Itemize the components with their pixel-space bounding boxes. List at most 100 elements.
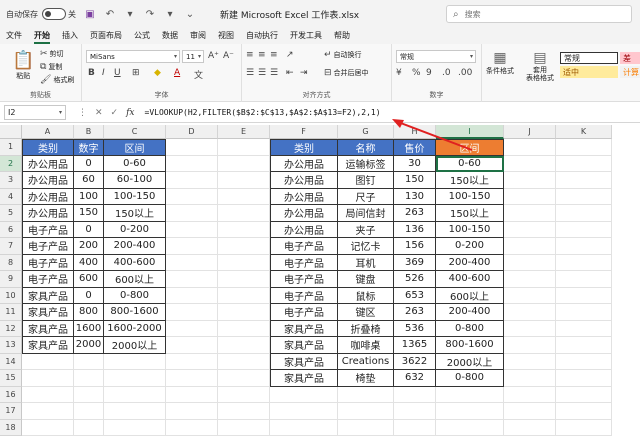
- select-all-corner[interactable]: [0, 125, 22, 139]
- left-table-cell[interactable]: 400-600: [104, 254, 166, 271]
- align-left-button[interactable]: ☰: [246, 68, 256, 78]
- dropdown-icon[interactable]: ▾: [163, 7, 177, 21]
- row-header-1[interactable]: 1: [0, 139, 22, 156]
- right-table-cell[interactable]: 家具产品: [270, 337, 338, 354]
- right-table-cell[interactable]: 运输标签: [338, 155, 394, 172]
- left-table-cell[interactable]: 2000: [74, 337, 104, 354]
- right-table-cell[interactable]: 尺子: [338, 188, 394, 205]
- row-header-18[interactable]: 18: [0, 419, 22, 436]
- right-table-cell[interactable]: 526: [394, 271, 436, 288]
- left-table-cell[interactable]: 家具产品: [22, 337, 74, 354]
- right-table-cell[interactable]: 0-200: [436, 238, 504, 255]
- row-header-17[interactable]: 17: [0, 403, 22, 420]
- align-middle-button[interactable]: ≡: [258, 50, 268, 60]
- save-icon[interactable]: ▣: [83, 7, 97, 21]
- right-table-cell[interactable]: 0-800: [436, 370, 504, 387]
- right-table-cell[interactable]: 电子产品: [270, 304, 338, 321]
- left-table-cell[interactable]: 办公用品: [22, 172, 74, 189]
- increase-decimal-button[interactable]: .0: [442, 68, 453, 78]
- right-table-cell[interactable]: 369: [394, 254, 436, 271]
- column-header-e[interactable]: E: [218, 125, 270, 139]
- right-table-cell[interactable]: 653: [394, 287, 436, 304]
- style-calculation[interactable]: 计算: [620, 66, 640, 78]
- grow-font-button[interactable]: A⁺: [208, 51, 221, 61]
- right-table-cell[interactable]: 263: [394, 304, 436, 321]
- right-table-cell[interactable]: 30: [394, 155, 436, 172]
- align-top-button[interactable]: ≡: [246, 50, 256, 60]
- currency-button[interactable]: ¥: [396, 68, 404, 78]
- cut-button[interactable]: ✂ 剪切: [40, 49, 64, 59]
- right-table-cell[interactable]: 家具产品: [270, 320, 338, 337]
- column-header-f[interactable]: F: [270, 125, 338, 139]
- increase-indent-button[interactable]: ⇥: [300, 68, 310, 78]
- right-table-cell[interactable]: 400-600: [436, 271, 504, 288]
- right-table-cell[interactable]: 键盘: [338, 271, 394, 288]
- left-table-cell[interactable]: 0: [74, 287, 104, 304]
- right-table-cell[interactable]: 电子产品: [270, 271, 338, 288]
- right-table-header[interactable]: 类别: [270, 139, 338, 156]
- left-table-cell[interactable]: 电子产品: [22, 238, 74, 255]
- right-table-cell[interactable]: Creations: [338, 353, 394, 370]
- right-table-cell[interactable]: 家具产品: [270, 353, 338, 370]
- left-table-cell[interactable]: 1600: [74, 320, 104, 337]
- row-header-16[interactable]: 16: [0, 386, 22, 403]
- column-header-j[interactable]: J: [504, 125, 556, 139]
- left-table-cell[interactable]: 办公用品: [22, 205, 74, 222]
- right-table-cell[interactable]: 2000以上: [436, 353, 504, 370]
- row-header-2[interactable]: 2: [0, 155, 22, 172]
- right-table-cell[interactable]: 办公用品: [270, 205, 338, 222]
- formula-input[interactable]: =VLOOKUP(H2,FILTER($B$2:$C$13,$A$2:$A$13…: [145, 108, 381, 117]
- right-table-cell[interactable]: 咖啡桌: [338, 337, 394, 354]
- column-header-g[interactable]: G: [338, 125, 394, 139]
- left-table-cell[interactable]: 600: [74, 271, 104, 288]
- phonetic-button[interactable]: 文: [194, 68, 205, 81]
- right-table-header[interactable]: 区间: [436, 139, 504, 156]
- right-table-cell[interactable]: 记忆卡: [338, 238, 394, 255]
- right-table-cell[interactable]: 100-150: [436, 188, 504, 205]
- tab-insert[interactable]: 插入: [56, 28, 84, 44]
- right-table-cell[interactable]: 100-150: [436, 221, 504, 238]
- name-box[interactable]: I2 ▾: [4, 105, 66, 120]
- comma-button[interactable]: 9: [426, 68, 434, 78]
- left-table-cell[interactable]: 0-200: [104, 221, 166, 238]
- row-header-7[interactable]: 7: [0, 238, 22, 255]
- left-table-header[interactable]: 区间: [104, 139, 166, 156]
- row-header-5[interactable]: 5: [0, 205, 22, 222]
- style-bad[interactable]: 差: [620, 52, 640, 64]
- column-header-d[interactable]: D: [166, 125, 218, 139]
- right-table-cell[interactable]: 局间信封: [338, 205, 394, 222]
- right-table-cell[interactable]: 办公用品: [270, 172, 338, 189]
- right-table-cell[interactable]: 图钉: [338, 172, 394, 189]
- right-table-cell[interactable]: 夹子: [338, 221, 394, 238]
- left-table-cell[interactable]: 100: [74, 188, 104, 205]
- align-center-button[interactable]: ☰: [258, 68, 268, 78]
- fill-color-button[interactable]: ◆: [154, 68, 163, 78]
- right-table-cell[interactable]: 办公用品: [270, 155, 338, 172]
- left-table-cell[interactable]: 家具产品: [22, 304, 74, 321]
- right-table-header[interactable]: 名称: [338, 139, 394, 156]
- left-table-cell[interactable]: 电子产品: [22, 254, 74, 271]
- shrink-font-button[interactable]: A⁻: [223, 51, 236, 61]
- row-header-3[interactable]: 3: [0, 172, 22, 189]
- customize-toolbar-icon[interactable]: ⌄: [183, 7, 197, 21]
- right-table-cell[interactable]: 136: [394, 221, 436, 238]
- percent-button[interactable]: %: [412, 68, 423, 78]
- left-table-cell[interactable]: 1600-2000: [104, 320, 166, 337]
- right-table-cell[interactable]: 156: [394, 238, 436, 255]
- font-name-select[interactable]: MiSans ▾: [86, 50, 180, 63]
- tab-view[interactable]: 视图: [212, 28, 240, 44]
- left-table-cell[interactable]: 60-100: [104, 172, 166, 189]
- search-input[interactable]: [464, 9, 615, 19]
- column-header-a[interactable]: A: [22, 125, 74, 139]
- wrap-text-button[interactable]: ↵ 自动换行: [324, 50, 362, 60]
- right-table-cell[interactable]: 130: [394, 188, 436, 205]
- right-table-cell[interactable]: 1365: [394, 337, 436, 354]
- merge-center-button[interactable]: ⊟ 合并后居中: [324, 68, 369, 78]
- right-table-cell[interactable]: 800-1600: [436, 337, 504, 354]
- column-header-i[interactable]: I: [436, 125, 504, 139]
- left-table-cell[interactable]: 0-60: [104, 155, 166, 172]
- column-header-k[interactable]: K: [556, 125, 612, 139]
- left-table-header[interactable]: 数字: [74, 139, 104, 156]
- row-header-9[interactable]: 9: [0, 271, 22, 288]
- right-table-header[interactable]: 售价: [394, 139, 436, 156]
